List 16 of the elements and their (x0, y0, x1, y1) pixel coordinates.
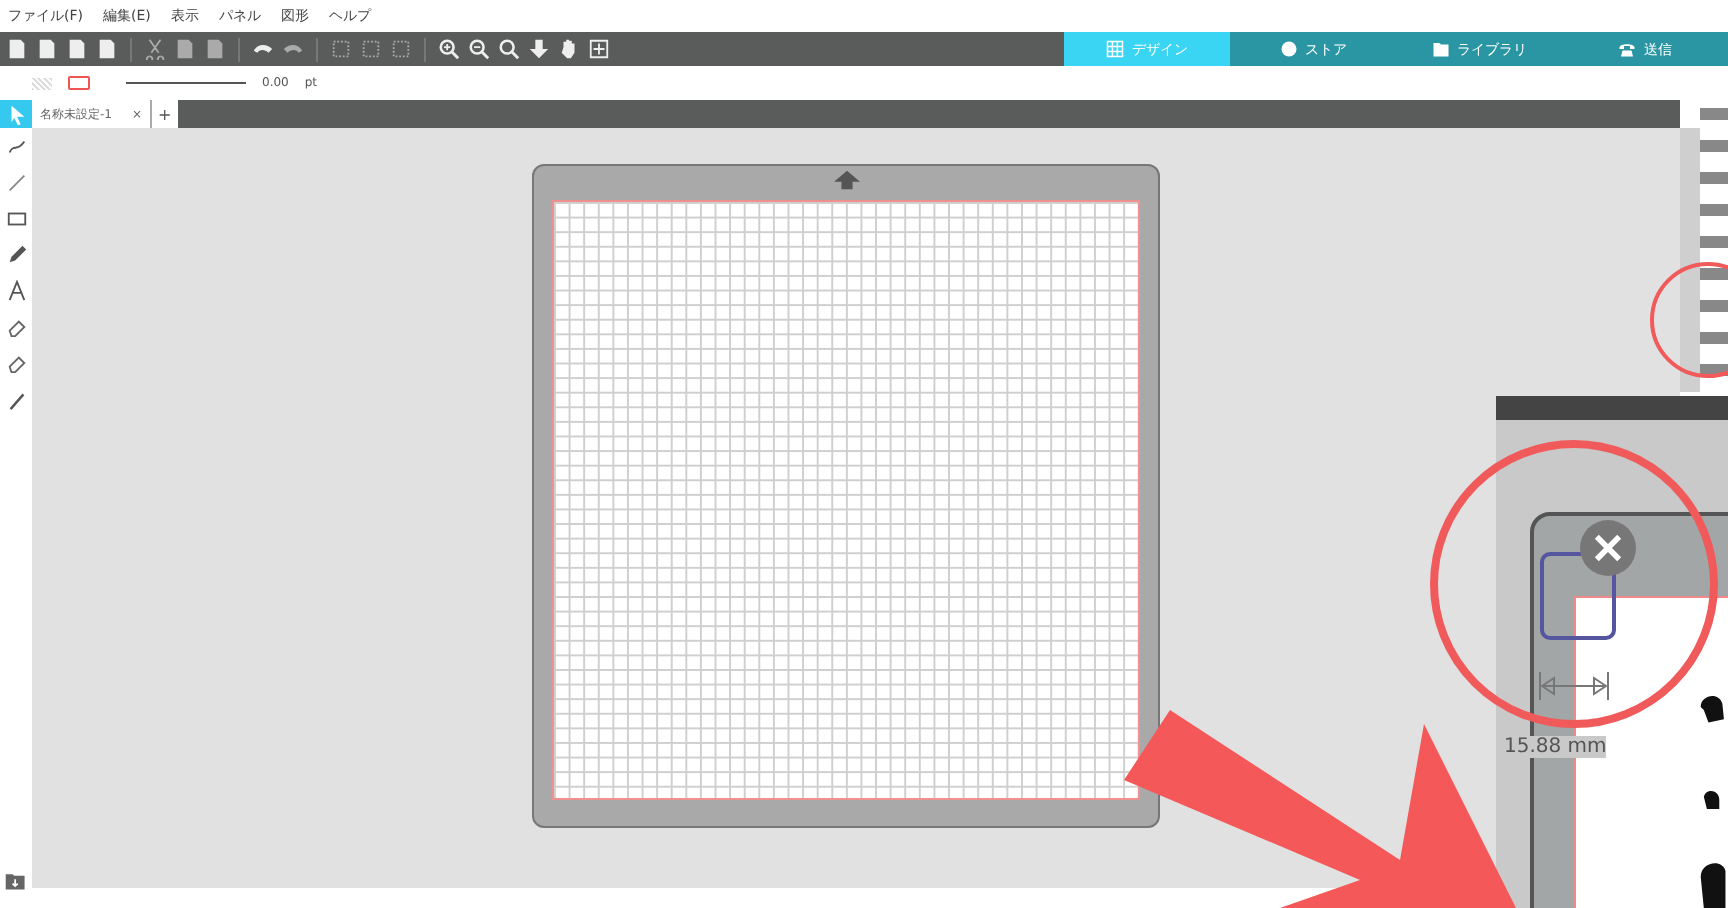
line-color-swatch[interactable] (68, 76, 90, 90)
zoom-out-icon[interactable] (468, 38, 490, 60)
width-arrow-icon (1538, 672, 1610, 700)
add-tab-button[interactable]: + (152, 100, 178, 128)
scrollbar[interactable] (1680, 128, 1700, 392)
zoom-in-icon[interactable] (438, 38, 460, 60)
fill-swatch[interactable] (32, 77, 52, 89)
new-file-icon[interactable] (6, 38, 28, 60)
hand-icon[interactable] (558, 38, 580, 60)
scissors-icon[interactable] (144, 38, 166, 60)
up-arrow-icon[interactable] (833, 170, 859, 190)
telephone-icon (1618, 40, 1636, 58)
down-arrow-icon[interactable] (528, 38, 550, 60)
dimension-label: 15.88 mm (1504, 736, 1607, 758)
close-icon[interactable] (1580, 520, 1636, 576)
grid-icon (1106, 40, 1124, 58)
